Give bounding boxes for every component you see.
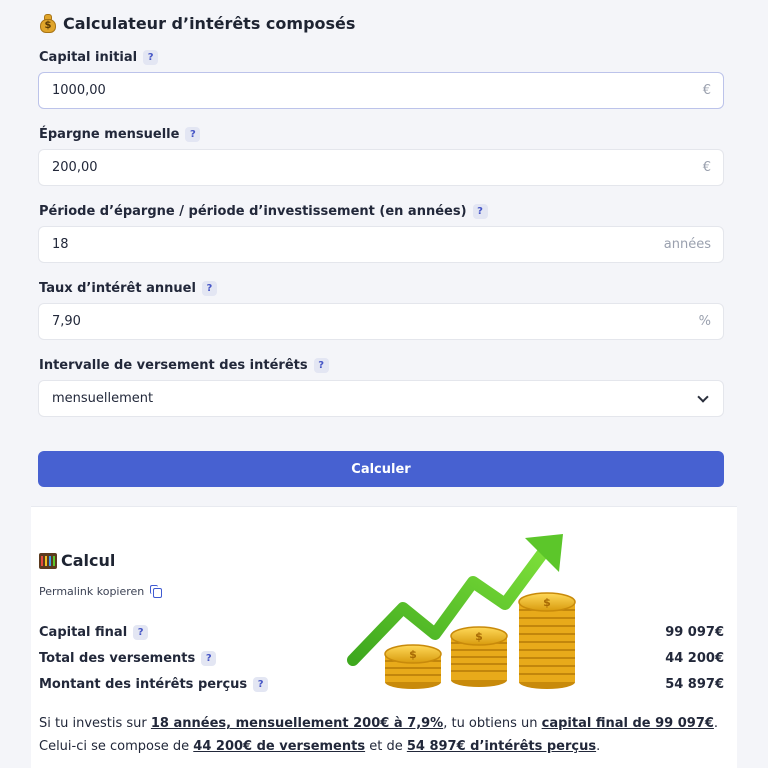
taux-field[interactable]: %: [38, 303, 724, 340]
result-title: Calcul: [39, 551, 115, 570]
percent-icon: %: [698, 314, 711, 329]
euro-icon: €: [702, 83, 711, 98]
help-icon[interactable]: ?: [133, 625, 149, 640]
result-row-interets: Montant des intérêts perçus? 54 897€: [39, 677, 724, 692]
total-versements-value: 44 200€: [665, 651, 724, 666]
capital-final-value: 99 097€: [665, 625, 724, 640]
capital-field[interactable]: €: [38, 72, 724, 109]
capital-input[interactable]: [52, 83, 612, 98]
taux-label: Taux d’intérêt annuel ?: [39, 281, 217, 296]
page-title: $ Calculateur d’intérêts composés: [39, 13, 355, 33]
periode-input[interactable]: [52, 237, 612, 252]
help-icon[interactable]: ?: [313, 358, 329, 373]
help-icon[interactable]: ?: [201, 651, 217, 666]
periode-field[interactable]: années: [38, 226, 724, 263]
svg-text:$: $: [543, 596, 551, 609]
capital-label: Capital initial ?: [39, 50, 159, 65]
epargne-label: Épargne mensuelle ?: [39, 127, 201, 142]
taux-input[interactable]: [52, 314, 612, 329]
euro-icon: €: [702, 160, 711, 175]
intervalle-label: Intervalle de versement des intérêts ?: [39, 358, 329, 373]
summary-link-capital-final[interactable]: capital final de 99 097€: [542, 716, 714, 731]
unit-label: années: [663, 237, 711, 252]
help-icon[interactable]: ?: [143, 50, 159, 65]
intervalle-selected-value: mensuellement: [52, 391, 154, 406]
summary-link-periode[interactable]: 18 années, mensuellement 200€ à 7,9%: [151, 716, 443, 731]
intervalle-select[interactable]: mensuellement: [38, 380, 724, 417]
copy-icon[interactable]: [150, 585, 163, 598]
page-title-text: Calculateur d’intérêts composés: [63, 13, 356, 33]
abacus-icon: [39, 552, 57, 569]
chevron-down-icon: [697, 390, 709, 403]
result-row-capital-final: Capital final? 99 097€: [39, 625, 724, 640]
epargne-field[interactable]: €: [38, 149, 724, 186]
calculer-button[interactable]: Calculer: [38, 451, 724, 487]
help-icon[interactable]: ?: [201, 281, 217, 296]
help-icon[interactable]: ?: [472, 204, 488, 219]
money-bag-icon: $: [39, 13, 57, 33]
coins-growth-illustration: $ $ $: [347, 534, 576, 689]
periode-label: Période d’épargne / période d’investisse…: [39, 204, 488, 219]
summary-link-versements[interactable]: 44 200€ de versements: [193, 739, 365, 754]
help-icon[interactable]: ?: [185, 127, 201, 142]
result-summary: Si tu investis sur 18 années, mensuellem…: [39, 716, 719, 754]
summary-link-interets[interactable]: 54 897€ d’intérêts perçus: [407, 739, 596, 754]
permalink-link[interactable]: Permalink kopieren: [39, 585, 163, 598]
result-row-total-versements: Total des versements? 44 200€: [39, 651, 724, 666]
interets-value: 54 897€: [665, 677, 724, 692]
help-icon[interactable]: ?: [253, 677, 269, 692]
epargne-input[interactable]: [52, 160, 612, 175]
